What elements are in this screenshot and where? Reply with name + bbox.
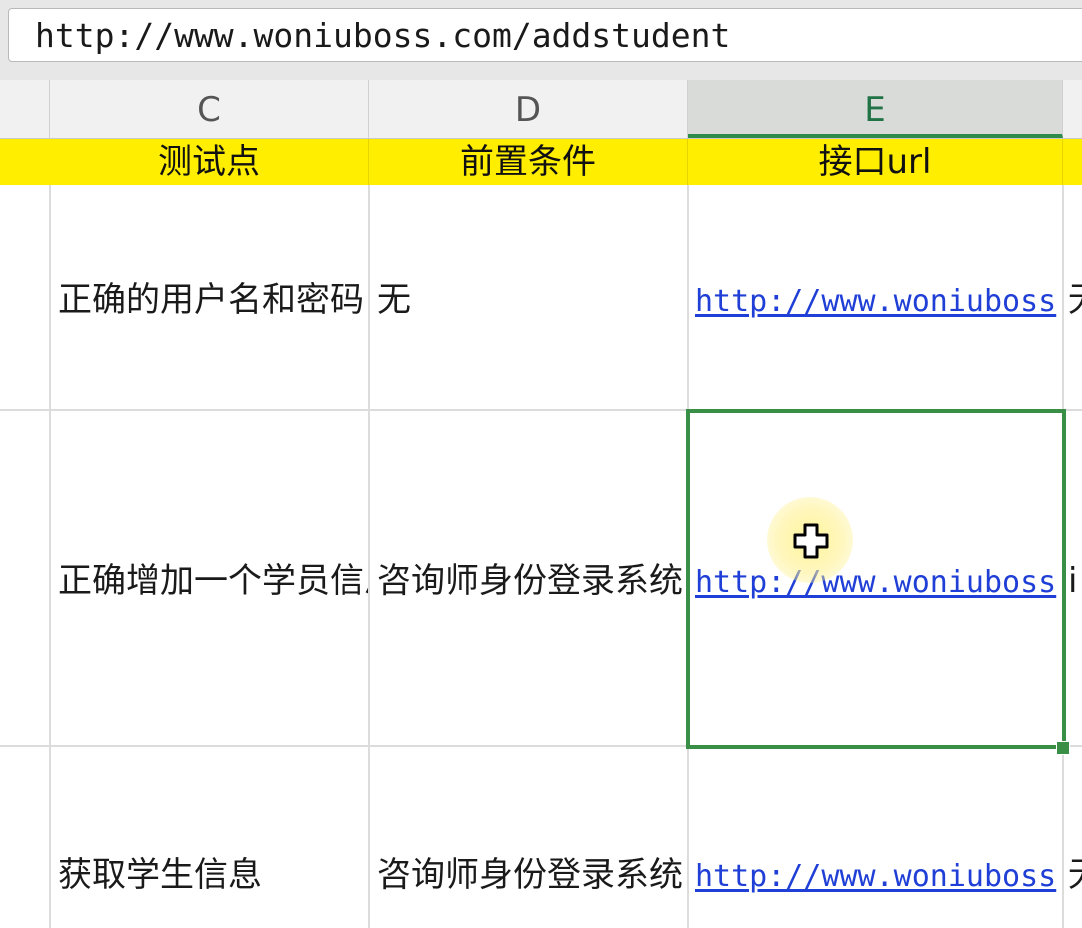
fill-handle[interactable] bbox=[1056, 741, 1070, 755]
column-header-f[interactable] bbox=[1063, 80, 1082, 138]
cell-f-row2[interactable]: i bbox=[1068, 561, 1082, 601]
cell-c-row3[interactable]: 获取学生信息 bbox=[58, 855, 368, 895]
gridline bbox=[49, 185, 51, 928]
table-header-row: 测试点 前置条件 接口url bbox=[0, 139, 1082, 185]
active-cell-selection bbox=[686, 409, 1066, 749]
cell-c-row2[interactable]: 正确增加一个学员信息 bbox=[58, 561, 368, 601]
cell-d-row3[interactable]: 咨询师身份登录系统 bbox=[377, 855, 687, 895]
column-header-e[interactable]: E bbox=[688, 80, 1063, 138]
column-header-b[interactable] bbox=[0, 80, 50, 138]
cell-c-row1[interactable]: 正确的用户名和密码 bbox=[58, 280, 368, 320]
cell-d-row1[interactable]: 无 bbox=[377, 280, 687, 320]
formula-input[interactable]: http://www.woniuboss.com/addstudent bbox=[8, 8, 1082, 62]
column-header-d[interactable]: D bbox=[369, 80, 688, 138]
cell-e-row1-link[interactable]: http://www.woniuboss bbox=[695, 282, 1061, 322]
header-cell-api-url[interactable]: 接口url bbox=[688, 139, 1063, 185]
cell-f-row1[interactable]: 无 bbox=[1068, 280, 1082, 320]
column-header-c[interactable]: C bbox=[50, 80, 369, 138]
column-header-row: C D E bbox=[0, 80, 1082, 139]
header-cell-precondition[interactable]: 前置条件 bbox=[369, 139, 688, 185]
header-cell-test-point[interactable]: 测试点 bbox=[50, 139, 369, 185]
cell-select-cross-icon bbox=[793, 523, 829, 559]
cell-f-row3[interactable]: 无 bbox=[1068, 855, 1082, 895]
cell-e-row3-link[interactable]: http://www.woniuboss bbox=[695, 857, 1061, 897]
gridline bbox=[368, 185, 370, 928]
formula-bar: http://www.woniuboss.com/addstudent bbox=[0, 0, 1082, 81]
cell-d-row2[interactable]: 咨询师身份登录系统 bbox=[377, 561, 687, 601]
